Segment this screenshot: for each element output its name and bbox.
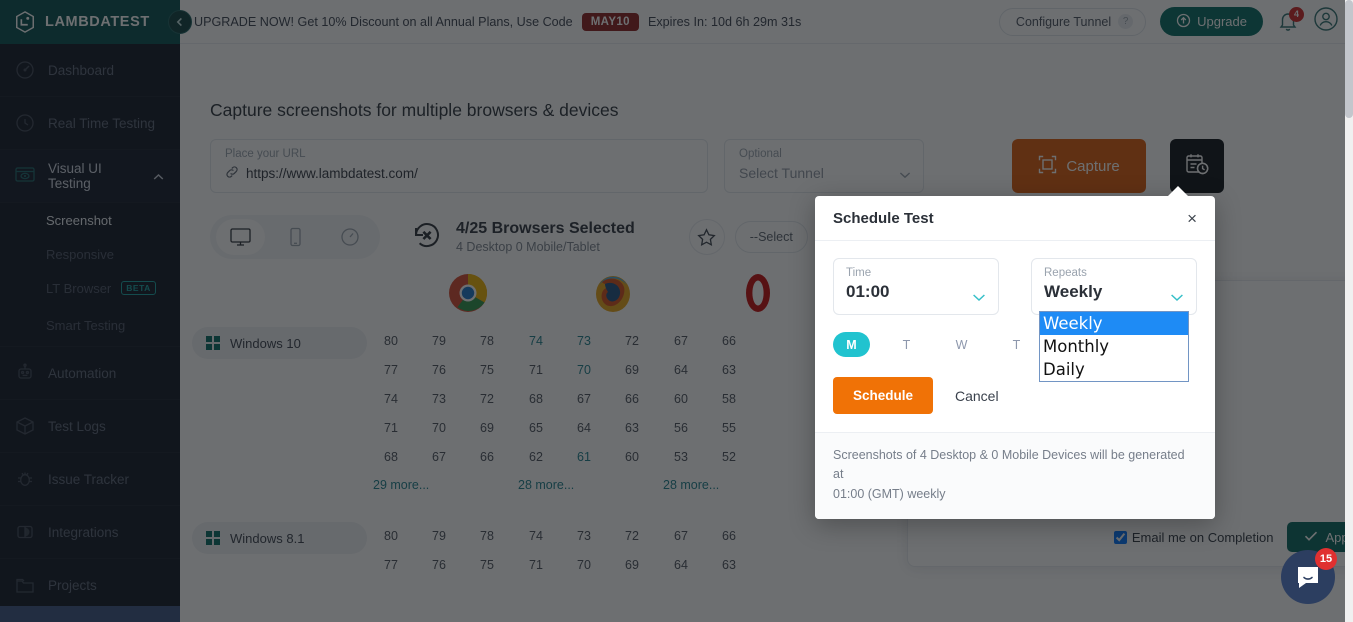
repeats-select-value: Weekly	[1044, 282, 1103, 301]
modal-pointer	[1167, 186, 1189, 197]
intercom-chat-button[interactable]: 15	[1281, 548, 1337, 604]
page-scrollbar[interactable]	[1345, 0, 1353, 622]
time-select[interactable]: Time 01:00	[833, 258, 999, 315]
repeats-select-label: Repeats	[1044, 267, 1087, 279]
repeats-dropdown-options[interactable]: Weekly Monthly Daily	[1039, 311, 1189, 382]
option-weekly[interactable]: Weekly	[1040, 312, 1188, 335]
chevron-down-icon[interactable]	[1170, 289, 1184, 307]
chevron-down-icon[interactable]	[972, 289, 986, 307]
day-monday[interactable]: M	[833, 332, 870, 357]
option-monthly[interactable]: Monthly	[1040, 335, 1188, 358]
modal-actions: Schedule Cancel	[833, 377, 1197, 432]
intercom-badge: 15	[1315, 548, 1337, 570]
modal-title: Schedule Test	[833, 209, 934, 227]
schedule-fields-row: Time 01:00 Repeats Weekly	[833, 258, 1197, 315]
day-tuesday[interactable]: T	[888, 332, 925, 357]
time-select-value: 01:00	[846, 282, 890, 301]
cancel-button[interactable]: Cancel	[955, 388, 999, 404]
chat-smile-icon	[1298, 567, 1318, 588]
modal-footer: Screenshots of 4 Desktop & 0 Mobile Devi…	[815, 432, 1215, 520]
day-wednesday[interactable]: W	[943, 332, 980, 357]
modal-header: Schedule Test ×	[815, 196, 1215, 241]
day-thursday[interactable]: T	[998, 332, 1035, 357]
scrollbar-thumb[interactable]	[1345, 0, 1353, 118]
schedule-button[interactable]: Schedule	[833, 377, 933, 414]
option-daily[interactable]: Daily	[1040, 358, 1188, 381]
repeats-select[interactable]: Repeats Weekly	[1031, 258, 1197, 315]
time-select-label: Time	[846, 267, 872, 279]
modal-footer-line1: Screenshots of 4 Desktop & 0 Mobile Devi…	[833, 448, 1185, 482]
close-icon[interactable]: ×	[1187, 210, 1197, 227]
modal-footer-line2: 01:00 (GMT) weekly	[833, 486, 946, 501]
app-root: LAMBDATEST Dashboard	[0, 0, 1353, 622]
